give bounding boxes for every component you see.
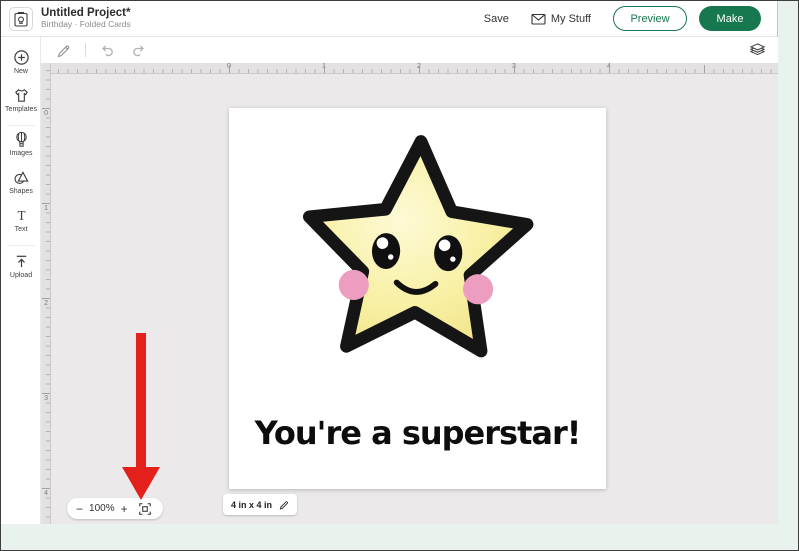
sidebar-item-templates[interactable]: Templates bbox=[1, 87, 41, 121]
sidebar-label: Text bbox=[15, 226, 28, 233]
sidebar-item-text[interactable]: T Text bbox=[1, 207, 41, 241]
canvas-toolbar bbox=[41, 37, 778, 63]
shapes-icon bbox=[13, 169, 30, 186]
ruler-number: 3 bbox=[44, 395, 48, 402]
plus-circle-icon bbox=[13, 49, 30, 66]
undo-icon[interactable] bbox=[100, 43, 116, 58]
zoom-out-button[interactable]: − bbox=[76, 503, 83, 515]
header-actions: Save My Stuff Preview Make bbox=[484, 6, 777, 31]
upload-icon bbox=[13, 253, 30, 270]
ruler-number: 0 bbox=[44, 110, 48, 117]
sidebar-label: Templates bbox=[5, 106, 37, 113]
balloon-icon bbox=[13, 131, 30, 148]
svg-text:T: T bbox=[17, 208, 25, 223]
save-button[interactable]: Save bbox=[484, 13, 509, 25]
left-sidebar: New Templates bbox=[1, 37, 41, 524]
cricut-logo-button[interactable] bbox=[9, 7, 33, 31]
ruler-number: 2 bbox=[44, 300, 48, 307]
edit-pencil-icon bbox=[278, 499, 289, 510]
layers-icon[interactable] bbox=[749, 42, 766, 58]
save-label: Save bbox=[484, 13, 509, 25]
annotation-arrow-head bbox=[122, 467, 160, 500]
sidebar-item-shapes[interactable]: Shapes bbox=[1, 169, 41, 203]
ruler-number: 2 bbox=[417, 63, 421, 70]
my-stuff-label: My Stuff bbox=[551, 13, 591, 25]
kawaii-star-image[interactable] bbox=[271, 120, 563, 392]
card-size-badge[interactable]: 4 in x 4 in bbox=[223, 494, 297, 515]
canvas-workspace[interactable]: 0 1 2 3 4 0 1 2 3 4 bbox=[41, 63, 778, 524]
zoom-controls: − 100% + bbox=[67, 498, 163, 519]
make-button[interactable]: Make bbox=[699, 6, 761, 31]
sidebar-item-new[interactable]: New bbox=[1, 49, 41, 83]
design-app-window: Untitled Project* Birthday · Folded Card… bbox=[1, 1, 778, 524]
ruler-number: 1 bbox=[44, 205, 48, 212]
project-title-block[interactable]: Untitled Project* Birthday · Folded Card… bbox=[41, 7, 131, 30]
sidebar-item-upload[interactable]: Upload bbox=[1, 253, 41, 287]
sidebar-label: Images bbox=[10, 150, 33, 157]
sidebar-label: Upload bbox=[10, 272, 32, 279]
text-icon: T bbox=[13, 207, 30, 224]
zoom-in-button[interactable]: + bbox=[121, 503, 128, 515]
sidebar-divider bbox=[7, 125, 35, 126]
design-card: You're a superstar! bbox=[229, 108, 606, 489]
annotation-arrow bbox=[136, 333, 146, 469]
ruler-number: 4 bbox=[607, 63, 611, 70]
ruler-number: 1 bbox=[322, 63, 326, 70]
pencil-icon[interactable] bbox=[55, 42, 71, 58]
project-subtitle: Birthday · Folded Cards bbox=[41, 20, 131, 30]
card-size-label: 4 in x 4 in bbox=[231, 500, 272, 510]
tshirt-icon bbox=[13, 87, 30, 104]
sidebar-divider bbox=[7, 245, 35, 246]
zoom-to-fit-button[interactable] bbox=[137, 500, 154, 517]
app-header: Untitled Project* Birthday · Folded Card… bbox=[1, 1, 777, 37]
screenshot-root: Untitled Project* Birthday · Folded Card… bbox=[0, 0, 799, 551]
ruler-number: 4 bbox=[44, 490, 48, 497]
sidebar-label: New bbox=[14, 68, 28, 75]
vertical-ruler: 0 1 2 3 4 bbox=[41, 63, 51, 524]
ruler-number: 3 bbox=[512, 63, 516, 70]
card-caption-text[interactable]: You're a superstar! bbox=[229, 414, 606, 452]
cricut-logo-icon bbox=[14, 11, 28, 27]
preview-button[interactable]: Preview bbox=[613, 6, 687, 31]
toolbar-divider bbox=[85, 43, 86, 57]
ruler-number: 0 bbox=[227, 63, 231, 70]
zoom-level: 100% bbox=[89, 503, 115, 514]
redo-icon[interactable] bbox=[130, 43, 146, 58]
envelope-icon bbox=[531, 13, 551, 25]
sidebar-label: Shapes bbox=[9, 188, 33, 195]
my-stuff-button[interactable]: My Stuff bbox=[531, 13, 591, 25]
sidebar-item-images[interactable]: Images bbox=[1, 131, 41, 165]
horizontal-ruler: 0 1 2 3 4 bbox=[51, 63, 778, 74]
